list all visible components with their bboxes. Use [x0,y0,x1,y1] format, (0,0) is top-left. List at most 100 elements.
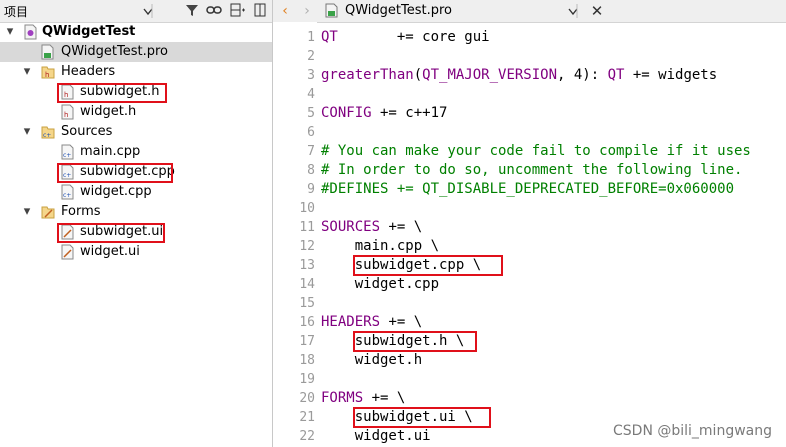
code-text: , 4): [557,67,608,83]
tree-item-label: Headers [61,64,116,79]
svg-text:c+: c+ [63,152,71,159]
highlight-box [57,83,167,103]
cpp-file-icon: c+ [61,184,74,200]
tree-item[interactable]: QWidgetTest.pro [0,42,272,62]
tab-dropdown-icon[interactable] [565,3,581,19]
tree-item[interactable]: ▾ QWidgetTest [0,22,272,42]
code-text: widget.cpp [321,276,440,292]
code-line[interactable]: main.cpp \ [321,237,439,256]
tree-item-label: Sources [61,124,113,139]
expand-arrow-icon[interactable]: ▾ [22,202,32,222]
code-text: += \ [380,219,423,235]
line-number: 7 [307,144,315,159]
expand-arrow-icon[interactable]: ▾ [5,22,15,42]
code-line[interactable]: # You can make your code fail to compile… [321,142,751,161]
line-number: 11 [299,220,315,235]
code-line[interactable]: greaterThan(QT_MAJOR_VERSION, 4): QT += … [321,66,717,85]
line-number: 2 [307,49,315,64]
code-line[interactable]: widget.cpp [321,275,439,294]
tree-item[interactable]: ▾ h Headers [0,62,272,82]
code-comment: # You can make your code fail to compile… [321,143,751,159]
code-line[interactable]: SOURCES += \ [321,218,422,237]
line-number: 21 [299,410,315,425]
code-keyword: greaterThan [321,67,414,83]
code-text: widget.ui [321,428,431,444]
project-panel-toolbar: 项目 [0,0,272,23]
h-file-icon: h [61,104,74,120]
pro-file-tab-icon [323,3,339,19]
line-number: 3 [307,68,315,83]
tree-item[interactable]: ▾ Forms [0,202,272,222]
tree-item-label: QWidgetTest.pro [61,44,169,59]
link-with-editor-icon[interactable] [206,3,222,19]
code-text: += \ [380,314,423,330]
editor-toolbar: ‹ › QWidgetTest.pro ✕ [273,0,786,23]
code-line[interactable]: widget.h [321,351,422,370]
code-text: += c++17 [371,105,448,121]
line-number: 20 [299,391,315,406]
expand-arrow-icon[interactable]: ▾ [22,62,32,82]
highlight-box [57,163,173,183]
dropdown-arrow-icon[interactable] [140,3,156,19]
line-number: 5 [307,106,315,121]
highlight-box [353,331,477,352]
line-number: 4 [307,87,315,102]
line-number: 1 [307,30,315,45]
code-keyword: SOURCES [321,219,381,235]
project-panel-title: 项目 [4,5,29,19]
code-line[interactable]: # In order to do so, uncomment the follo… [321,161,742,180]
tree-item[interactable]: c+ main.cpp [0,142,272,162]
editor-tab-title[interactable]: QWidgetTest.pro [345,3,452,18]
highlight-box [57,223,165,243]
code-line[interactable]: CONFIG += c++17 [321,104,447,123]
code-line[interactable]: #DEFINES += QT_DISABLE_DEPRECATED_BEFORE… [321,180,734,199]
code-line[interactable]: QT += core gui [321,28,490,47]
svg-text:c+: c+ [63,192,71,199]
project-icon [24,24,37,40]
code-text: widget.h [321,352,423,368]
line-number: 15 [299,296,315,311]
tree-item-label: Forms [61,204,101,219]
sources-folder-icon: c+ [41,124,55,140]
code-text: += \ [363,390,406,406]
editor-panel: ‹ › QWidgetTest.pro ✕ 1 2 3 4 5 6 7 8 9 10 11 12 13 1… [273,0,786,447]
code-line[interactable]: FORMS += \ [321,389,405,408]
code-line[interactable]: widget.ui [321,427,431,446]
code-keyword: HEADERS [321,314,381,330]
line-number: 12 [299,239,315,254]
expand-arrow-icon[interactable]: ▾ [22,122,32,142]
tree-item[interactable]: h widget.h [0,102,272,122]
ui-file-icon [61,244,74,260]
code-keyword: QT_MAJOR_VERSION [422,67,558,83]
svg-text:c+: c+ [43,132,51,139]
tree-item[interactable]: c+ widget.cpp [0,182,272,202]
tree-item[interactable]: widget.ui [0,242,272,262]
code-text: += core gui [337,29,490,45]
line-number: 13 [299,258,315,273]
tree-item[interactable]: ▾ c+ Sources [0,122,272,142]
filter-icon[interactable] [184,3,200,19]
close-tab-icon[interactable]: ✕ [589,3,605,19]
tree-item-label: main.cpp [80,144,141,159]
code-text: ( [413,67,423,83]
code-comment: #DEFINES += QT_DISABLE_DEPRECATED_BEFORE… [321,181,735,197]
line-number: 18 [299,353,315,368]
forward-arrow-icon[interactable]: › [299,3,315,19]
code-line[interactable]: HEADERS += \ [321,313,422,332]
line-number: 16 [299,315,315,330]
line-number: 6 [307,125,315,140]
svg-text:h: h [45,71,49,79]
pro-file-icon [41,44,54,60]
line-number: 10 [299,201,315,216]
code-text: main.cpp \ [321,238,440,254]
line-number: 22 [299,429,315,444]
line-number-gutter: 1 2 3 4 5 6 7 8 9 10 11 12 13 14 15 16 17 18 19 20 21 22 [273,22,317,447]
close-pane-icon[interactable] [252,3,268,19]
code-comment: # In order to do so, uncomment the follo… [321,162,743,178]
code-keyword: QT [321,29,338,45]
cpp-file-icon: c+ [61,144,74,160]
project-panel: 项目 ▾ QWidgetTest QWidgetTest.pro ▾ h Headers h… [0,0,273,447]
split-icon[interactable] [230,3,246,19]
back-arrow-icon[interactable]: ‹ [277,3,293,19]
svg-text:h: h [64,111,68,119]
